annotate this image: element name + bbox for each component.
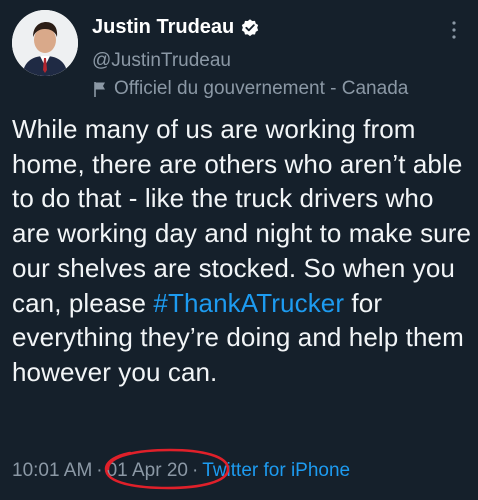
meta-separator: · <box>191 460 199 481</box>
tweet-source-link[interactable]: Twitter for iPhone <box>202 460 350 482</box>
hashtag-link[interactable]: #ThankATrucker <box>153 288 344 318</box>
verified-badge-icon <box>240 18 260 38</box>
tweet-date[interactable]: 01 Apr 20 <box>107 460 188 482</box>
meta-separator: · <box>96 460 103 481</box>
author-name[interactable]: Justin Trudeau <box>92 16 234 39</box>
government-label: Officiel du gouvernement - Canada <box>92 78 408 100</box>
tweet-meta: 10:01 AM · 01 Apr 20 · Twitter for iPhon… <box>12 460 350 482</box>
tweet-time[interactable]: 10:01 AM <box>12 460 92 482</box>
name-row: Justin Trudeau <box>92 16 260 39</box>
avatar-image <box>12 10 78 76</box>
tweet-text: While many of us are working from home, … <box>12 112 472 390</box>
government-label-text: Officiel du gouvernement - Canada <box>114 78 409 99</box>
tweet-header: Justin Trudeau @JustinTrudeau Officiel d… <box>12 10 468 106</box>
tweet-card: Justin Trudeau @JustinTrudeau Officiel d… <box>0 0 478 500</box>
avatar[interactable] <box>12 10 78 76</box>
flag-icon <box>92 80 108 98</box>
more-options-icon[interactable] <box>444 18 464 42</box>
author-handle[interactable]: @JustinTrudeau <box>92 50 231 72</box>
